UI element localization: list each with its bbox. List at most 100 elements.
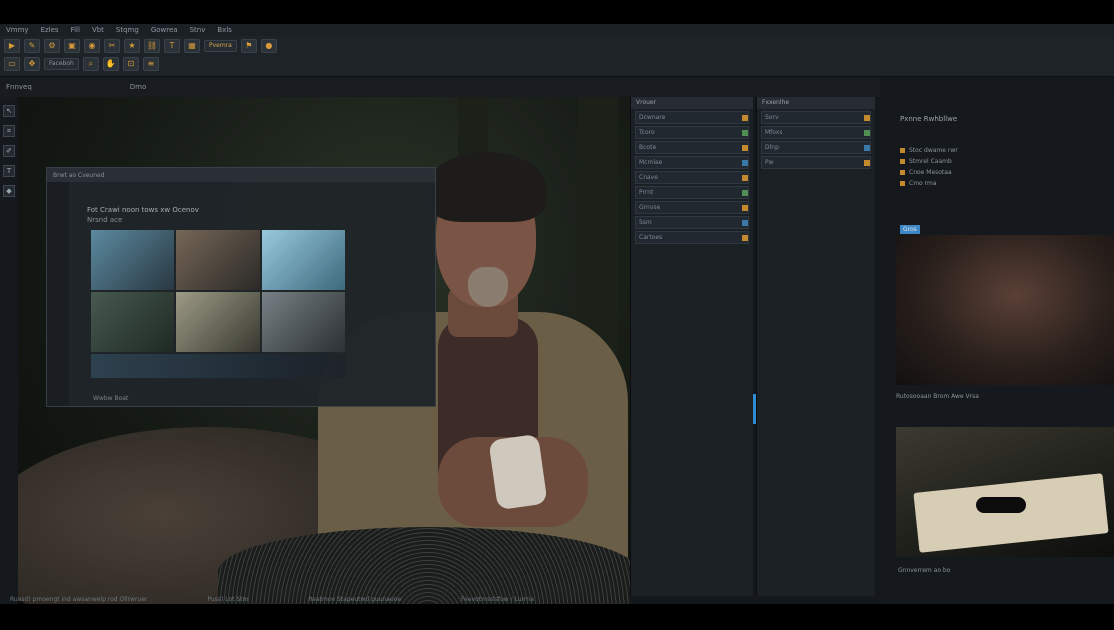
floating-window[interactable]: Brwt ao Cveuned Fot Crawi noon tows xw O… [46,167,436,407]
timeline-strip[interactable] [91,354,345,378]
hair [428,152,546,222]
property-label: Dcwnare [639,114,666,121]
swatch [742,114,748,121]
thumbnail[interactable] [91,292,175,352]
layer-icon[interactable]: ≡ [142,57,159,71]
floating-window-titlebar[interactable]: Brwt ao Cveuned [47,168,435,182]
pen-icon[interactable]: ✐ [3,145,15,157]
menu-item[interactable]: Vbt [92,26,104,34]
flag-icon[interactable]: ⚑ [240,39,257,53]
list-item[interactable]: Stmrel Caamb [900,158,1100,165]
type-icon[interactable]: T [3,165,15,177]
list-item-label: Stmrel Caamb [909,158,952,165]
menu-item[interactable]: Bxls [217,26,232,34]
status-bar: Ruasd) pmoengt ind awsanwelp rod Ollrwru… [0,596,1114,604]
left-toolbar: ↖ ⌗ ✐ T ◆ [0,97,18,605]
property-row[interactable]: Mcmlae [635,156,749,169]
menu-item[interactable]: Stqmg [116,26,139,34]
circle-icon[interactable]: ● [260,39,277,53]
move-icon[interactable]: ✥ [24,57,40,71]
menu-bar: Vmmy Ezles Fill Vbt Stqmg Gowrea Stnv Bx… [0,24,1114,36]
hand-icon[interactable]: ✋ [102,57,119,71]
property-label: Grnvse [639,204,661,211]
floating-window-heading: Fot Crawi noon tows xw Ocenov [87,206,199,214]
list-item-label: Cnoe Mesotaa [909,169,952,176]
bullet-icon [900,159,905,164]
shape-icon[interactable]: ◆ [3,185,15,197]
select-icon[interactable]: ▭ [4,57,20,71]
device [976,497,1026,513]
star-icon[interactable]: ★ [124,39,140,53]
property-row[interactable]: Cnave [635,171,749,184]
thumbnail[interactable] [261,230,345,290]
effect-row[interactable]: Mfoxs [761,126,871,139]
effect-label: Mfoxs [765,129,783,136]
sub-toolbar-right[interactable]: Dmo [130,83,147,91]
link-icon[interactable]: ⛓ [144,39,160,53]
text-icon[interactable]: T [164,39,180,53]
property-row[interactable]: Tcoro [635,126,749,139]
list-item-label: Stoc dwame rwr [909,147,958,154]
property-row[interactable]: Cartoes [635,231,749,244]
lock-icon[interactable]: ⊡ [122,57,139,71]
property-label: Cnave [639,174,658,181]
property-row[interactable]: Bcote [635,141,749,154]
property-label: Bcote [639,144,657,151]
list-item[interactable]: Stoc dwame rwr [900,147,1100,154]
effects-header: Fxxenlhe [757,97,875,109]
preview-caption: Rutosooaan Brom Awe Vrsa [896,393,979,400]
property-row[interactable]: Prrnt [635,186,749,199]
swatch [742,204,748,211]
menu-item[interactable]: Fill [71,26,80,34]
pointer-icon[interactable]: ↖ [3,105,15,117]
effect-row[interactable]: Dlnp [761,141,871,154]
thumbnail-grid [91,230,345,352]
swatch [864,129,870,136]
effect-label: Dlnp [765,144,779,151]
play-icon[interactable]: ▶ [4,39,20,53]
eye-icon[interactable]: ◉ [84,39,100,53]
menu-item[interactable]: Gowrea [151,26,178,34]
thumbnail[interactable] [176,292,260,352]
brush-icon[interactable]: ✎ [24,39,40,53]
menu-item[interactable]: Stnv [190,26,206,34]
property-row[interactable]: Grnvse [635,201,749,214]
zoom-icon[interactable]: ⌕ [82,57,99,71]
toolbar: ▶ ✎ ⚙ ▣ ◉ ✂ ★ ⛓ T ▦ Pvemra ⚑ ● ▭ ✥ Faceb… [0,36,1114,77]
cut-icon[interactable]: ✂ [104,39,120,53]
thumbnail[interactable] [91,230,175,290]
preview-footer: Gnnverrem ao bo [898,567,951,574]
thumbnail[interactable] [176,230,260,290]
list-item[interactable]: Cnoe Mesotaa [900,169,1100,176]
highlight-label: Pvemra [204,40,237,52]
preview-header: Pxnne Rwhbllwe [900,115,958,123]
effect-row[interactable]: Sorv [761,111,871,124]
menu-item[interactable]: Vmmy [6,26,29,34]
crop-icon[interactable]: ⌗ [3,125,15,137]
property-row[interactable]: Dcwnare [635,111,749,124]
letterbox-bottom [0,604,1114,630]
menu-item[interactable]: Ezles [41,26,59,34]
list-item[interactable]: Cmo rma [900,180,1100,187]
property-row[interactable]: Ssm [635,216,749,229]
preview-video-2[interactable] [896,427,1114,557]
toolbar-field[interactable]: Faceboh [44,58,79,70]
preview-video-1[interactable] [896,235,1114,385]
preview-tag: Gros [900,225,920,234]
sub-toolbar-label[interactable]: Fnnveq [6,83,32,91]
folder-icon[interactable]: ▣ [64,39,80,53]
swatch [742,144,748,151]
effect-row[interactable]: Pw [761,156,871,169]
sub-toolbar: Fnnveq Dmo [0,77,880,97]
properties-panel: Vrouer Dcwnare Tcoro Bcote Mcmlae Cnave … [630,97,753,596]
gear-icon[interactable]: ⚙ [44,39,60,53]
property-label: Prrnt [639,189,654,196]
thumbnail[interactable] [261,292,345,352]
status-left: Ruasd) pmoengt ind awsanwelp rod Ollrwru… [10,596,148,603]
swatch [742,219,748,226]
preview-panel: Pxnne Rwhbllwe Stoc dwame rwr Stmrel Caa… [880,97,1114,604]
swatch [742,129,748,136]
bullet-icon [900,148,905,153]
swatch [864,114,870,121]
grid-icon[interactable]: ▦ [184,39,200,53]
